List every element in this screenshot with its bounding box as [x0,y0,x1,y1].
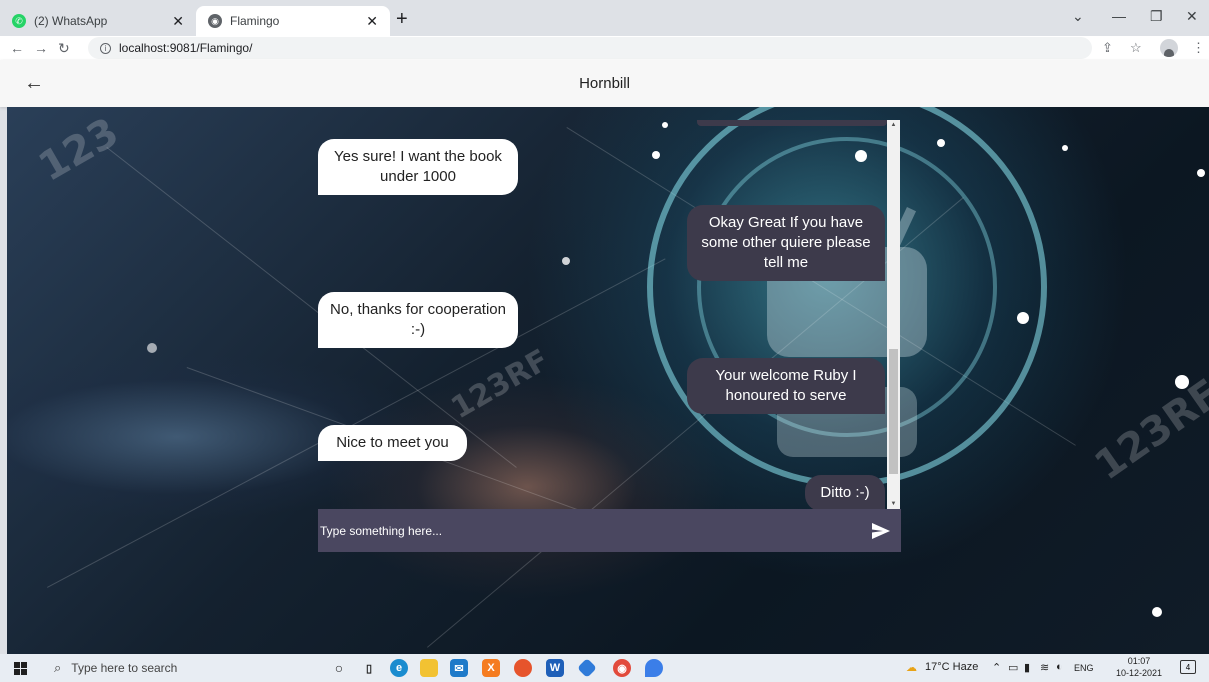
search-icon: ⌕ [54,660,62,675]
weather-icon: ☁ [906,662,917,674]
vscode-icon[interactable] [577,658,597,678]
tab-flamingo-label: Flamingo [230,14,280,28]
message-bot: Your welcome Ruby I honoured to serve [687,358,885,414]
volume-icon[interactable]: ◐ [1056,661,1063,673]
clock-time: 01:07 [1127,656,1151,666]
whatsapp-icon: ✆ [12,14,26,28]
tab-whatsapp-label: (2) WhatsApp [34,14,108,28]
chat-messages: Yes sure! I want the book under 1000 Oka… [318,120,901,511]
taskbar-search[interactable]: ⌕ Type here to search [44,654,314,682]
forward-nav-icon[interactable]: → [34,40,48,56]
task-view-icon[interactable]: ▯ [360,659,378,677]
scroll-down-icon[interactable]: ▼ [887,501,900,507]
close-window-button[interactable]: ✕ [1186,8,1198,25]
message-user: Nice to meet you [318,425,467,461]
system-clock[interactable]: 01:07 10-12-2021 [1116,655,1162,679]
notification-center-button[interactable]: 4 [1180,660,1196,674]
language-indicator[interactable]: ENG [1074,663,1094,673]
mail-icon[interactable]: ✉ [450,659,468,677]
close-icon[interactable]: ✕ [172,13,184,30]
close-icon[interactable]: ✕ [366,13,378,30]
notification-count: 4 [1185,662,1191,672]
chrome-icon[interactable]: ◉ [613,659,631,677]
message-composer [318,509,901,552]
new-tab-button[interactable]: + [396,8,408,31]
xampp-icon[interactable]: X [482,659,500,677]
edge-icon[interactable]: e [390,659,408,677]
taskbar-search-placeholder: Type here to search [71,661,178,675]
maximize-button[interactable]: ❐ [1150,8,1163,25]
page-title: Hornbill [579,75,630,92]
chat-scrollbar[interactable]: ▲ ▼ [887,120,900,509]
chevron-up-icon[interactable]: ⌃ [992,661,1001,674]
battery-icon[interactable]: ▮ [1024,661,1030,674]
scrollbar-thumb[interactable] [889,349,898,474]
scroll-up-icon[interactable]: ▲ [887,122,900,128]
message-bot: Ditto :-) [805,475,885,511]
minimize-button[interactable]: — [1112,8,1126,24]
windows-start-button[interactable] [14,662,27,675]
info-icon[interactable]: i [100,42,111,54]
globe-icon: ◉ [208,14,222,28]
share-icon[interactable]: ⇪ [1102,40,1113,56]
tab-flamingo[interactable]: ◉ Flamingo ✕ [196,6,390,36]
message-user: No, thanks for cooperation :-) [318,292,518,348]
bookmark-star-icon[interactable]: ☆ [1130,40,1142,56]
cortana-icon[interactable]: ○ [330,659,348,677]
send-icon [872,522,890,539]
word-icon[interactable]: W [546,659,564,677]
wifi-icon[interactable]: ≋ [1040,661,1049,674]
send-button[interactable] [861,509,901,552]
file-explorer-icon[interactable] [420,659,438,677]
message-input[interactable] [318,509,861,552]
network-icon[interactable]: ▭ [1008,661,1018,674]
windows-taskbar: ⌕ Type here to search ○ ▯ e ✉ X W ◉ ☁ 17… [0,654,1209,682]
weather-text[interactable]: 17°C Haze [925,661,978,673]
app-header: ← Hornbill [0,60,1209,107]
address-bar[interactable]: i localhost:9081/Flamingo/ [88,37,1092,59]
firefox-icon[interactable] [514,659,532,677]
clock-date: 10-12-2021 [1116,668,1163,678]
url-text: localhost:9081/Flamingo/ [119,41,253,55]
message-user: Yes sure! I want the book under 1000 [318,139,518,195]
app-drop-icon[interactable] [645,659,663,677]
profile-avatar[interactable] [1160,39,1178,57]
tab-whatsapp[interactable]: ✆ (2) WhatsApp ✕ [0,6,196,36]
message-bot: Okay Great If you have some other quiere… [687,205,885,281]
browser-toolbar: ← → ↻ i localhost:9081/Flamingo/ ⇪ ☆ ⋮ [0,36,1209,60]
menu-kebab-icon[interactable]: ⋮ [1192,40,1205,56]
back-nav-icon[interactable]: ← [10,40,24,56]
reload-icon[interactable]: ↻ [58,40,70,57]
browser-tab-strip: ✆ (2) WhatsApp ✕ ◉ Flamingo ✕ + ⌄ — ❐ ✕ [0,0,1209,36]
tab-search-icon[interactable]: ⌄ [1072,8,1084,25]
